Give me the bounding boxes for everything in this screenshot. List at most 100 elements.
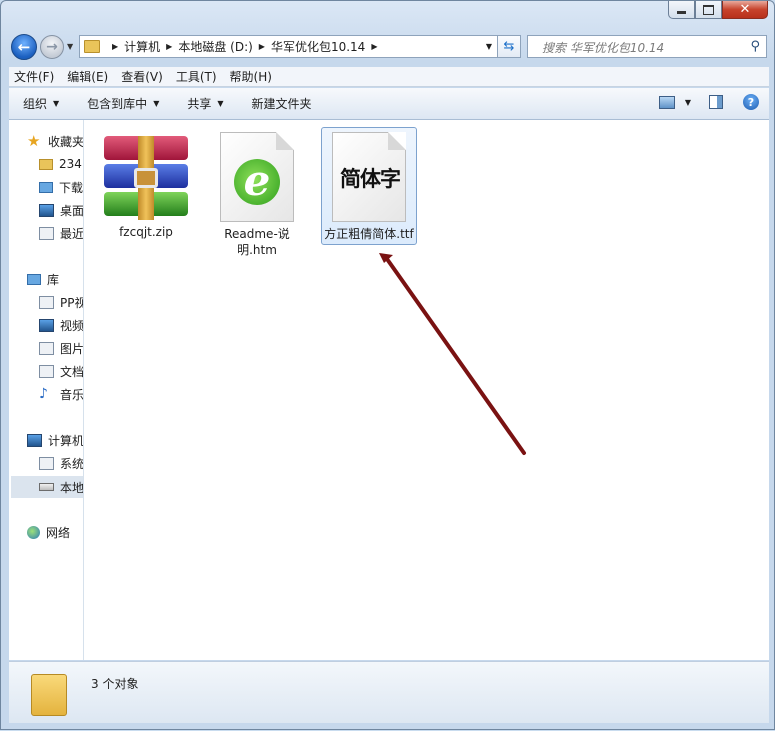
sidebar-item-music[interactable]: ♪ 音乐	[39, 385, 84, 403]
breadcrumb-local-disk[interactable]: 本地磁盘 (D:)	[178, 38, 252, 55]
menu-help[interactable]: 帮助(H)	[225, 68, 277, 85]
folder-icon	[84, 40, 100, 53]
sidebar-label: 文档	[60, 364, 84, 379]
file-name: Readme-说明.htm	[224, 227, 290, 257]
help-icon[interactable]: ?	[743, 94, 759, 110]
winrar-archive-icon	[100, 136, 192, 220]
music-note-icon: ♪	[39, 385, 48, 402]
sidebar-item-234[interactable]: 234	[39, 155, 82, 173]
sidebar-label: 系统	[60, 456, 84, 471]
navigation-bar: ← → ▼ ▶ 计算机 ▶ 本地磁盘 (D:) ▶ 华军优化包10.14 ▶ ▼…	[9, 32, 769, 60]
organize-label: 组织	[23, 97, 48, 111]
share-label: 共享	[187, 97, 212, 111]
share-button[interactable]: 共享 ▼	[187, 95, 223, 112]
menu-file[interactable]: 文件(F)	[9, 68, 59, 85]
hard-drive-icon	[39, 483, 54, 491]
sidebar-item-desktop[interactable]: 桌面	[39, 201, 84, 219]
recent-places-icon	[39, 226, 54, 240]
sidebar-item-local-disk-d[interactable]: 本地磁盘 (D:)	[39, 478, 84, 496]
chevron-right-icon[interactable]: ▶	[112, 42, 118, 51]
file-item-readme[interactable]: e Readme-说明.htm	[209, 128, 305, 258]
sidebar-item-system[interactable]: 系统	[39, 454, 84, 472]
main-area: ★ 收藏夹 234 下载 桌面 最近访问的位置 库 PP视频 视频 图片 文档 ♪…	[9, 120, 769, 660]
sidebar-libraries[interactable]: 库	[27, 270, 59, 288]
chevron-right-icon[interactable]: ▶	[166, 42, 172, 51]
sidebar-item-documents[interactable]: 文档	[39, 362, 84, 380]
back-button[interactable]: ←	[11, 34, 37, 60]
change-view-icon[interactable]	[658, 95, 675, 109]
chevron-down-icon: ▼	[217, 99, 224, 108]
star-icon: ★	[27, 131, 41, 150]
sidebar-favorites[interactable]: ★ 收藏夹	[27, 131, 84, 150]
search-input[interactable]	[528, 36, 754, 59]
desktop-icon	[39, 203, 54, 217]
maximize-button[interactable]	[695, 1, 722, 19]
library-icon	[27, 273, 41, 285]
sidebar-item-videos[interactable]: 视频	[39, 316, 83, 334]
sidebar-label: PP视频	[60, 295, 83, 310]
picture-icon	[39, 341, 54, 355]
sidebar-network[interactable]: 网络	[27, 523, 70, 541]
file-name: fzcqjt.zip	[119, 225, 173, 239]
sidebar-item-pp-video[interactable]: PP视频	[39, 293, 83, 311]
close-button[interactable]: ✕	[722, 1, 768, 19]
sidebar-label: 234	[59, 157, 82, 171]
forward-button[interactable]: →	[40, 35, 64, 59]
recent-pages-button[interactable]: ▼	[67, 42, 73, 51]
organize-button[interactable]: 组织 ▼	[23, 95, 59, 112]
sidebar-label: 库	[47, 272, 60, 287]
sidebar-label: 本地磁盘 (D:)	[60, 480, 84, 495]
sidebar-label: 音乐	[60, 387, 84, 402]
sidebar-label: 桌面	[60, 203, 84, 218]
close-icon: ✕	[739, 2, 751, 17]
sidebar-item-pictures[interactable]: 图片	[39, 339, 84, 357]
view-options-icon[interactable]: ▼	[685, 98, 691, 107]
breadcrumb: ▶ 计算机 ▶ 本地磁盘 (D:) ▶ 华军优化包10.14 ▶	[106, 38, 383, 55]
sidebar-item-recent[interactable]: 最近访问的位置	[39, 224, 84, 242]
sidebar-label: 下载	[59, 180, 84, 195]
menu-view[interactable]: 查看(V)	[116, 68, 168, 85]
file-item-zip[interactable]: fzcqjt.zip	[98, 128, 194, 240]
search-box[interactable]: ⚲	[527, 35, 767, 59]
address-dropdown-icon[interactable]: ▼	[486, 42, 492, 51]
sidebar-label: 最近访问的位置	[60, 226, 84, 241]
chevron-down-icon: ▼	[153, 99, 160, 108]
breadcrumb-computer[interactable]: 计算机	[124, 38, 160, 55]
chevron-right-icon[interactable]: ▶	[259, 42, 265, 51]
back-arrow-icon: ←	[17, 38, 31, 56]
sidebar-label: 收藏夹	[48, 134, 84, 149]
title-buttons: ✕	[668, 1, 768, 19]
new-folder-button[interactable]: 新建文件夹	[252, 95, 312, 112]
chevron-right-icon[interactable]: ▶	[371, 42, 377, 51]
sidebar-item-downloads[interactable]: 下载	[39, 178, 83, 196]
video-icon	[39, 318, 54, 332]
menu-tools[interactable]: 工具(T)	[171, 68, 222, 85]
sidebar-label: 网络	[46, 525, 71, 540]
menu-edit[interactable]: 编辑(E)	[62, 68, 113, 85]
file-item-font[interactable]: 简体字 方正粗倩简体.ttf	[321, 127, 417, 245]
new-folder-label: 新建文件夹	[251, 97, 312, 111]
file-list[interactable]: fzcqjt.zip e Readme-说明.htm 简体字 方正粗倩简体.tt…	[84, 120, 769, 660]
system-drive-icon	[39, 456, 54, 470]
preview-pane-icon[interactable]	[709, 95, 723, 109]
file-name: 方正粗倩简体.ttf	[324, 227, 414, 241]
view-controls: ▼ ?	[658, 94, 759, 110]
item-count: 3 个对象	[91, 677, 139, 691]
search-icon[interactable]: ⚲	[750, 39, 760, 54]
breadcrumb-current-folder[interactable]: 华军优化包10.14	[271, 38, 365, 55]
forward-arrow-icon: →	[46, 39, 58, 55]
sidebar-label: 图片	[60, 341, 84, 356]
navigation-pane[interactable]: ★ 收藏夹 234 下载 桌面 最近访问的位置 库 PP视频 视频 图片 文档 ♪…	[9, 120, 84, 660]
maximize-icon	[703, 4, 714, 15]
sidebar-label: 计算机	[48, 433, 84, 448]
computer-icon	[27, 433, 42, 447]
font-file-icon: 简体字	[332, 132, 406, 222]
folder-icon	[31, 674, 67, 716]
folder-icon	[39, 158, 53, 170]
download-folder-icon	[39, 181, 53, 193]
include-in-library-button[interactable]: 包含到库中 ▼	[87, 95, 159, 112]
sidebar-computer[interactable]: 计算机	[27, 431, 84, 449]
address-bar[interactable]: ▶ 计算机 ▶ 本地磁盘 (D:) ▶ 华军优化包10.14 ▶ ▼	[79, 35, 499, 58]
minimize-button[interactable]	[668, 1, 695, 19]
refresh-button[interactable]: ⇆	[497, 35, 521, 58]
